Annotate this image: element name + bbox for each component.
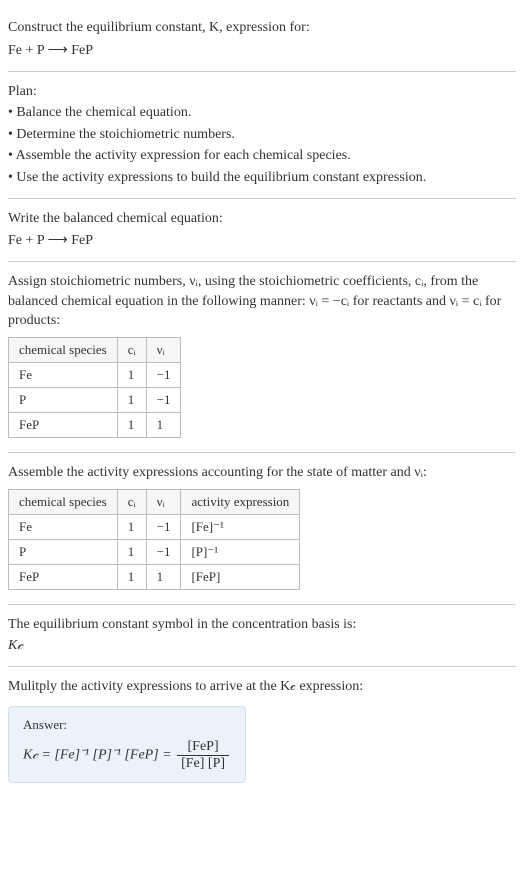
- table-header-row: chemical species cᵢ νᵢ: [9, 337, 181, 362]
- plan-bullet: • Balance the chemical equation.: [8, 103, 516, 123]
- symbol-section: The equilibrium constant symbol in the c…: [8, 605, 516, 667]
- cell-ci: 1: [117, 362, 146, 387]
- table-row: FeP 1 1: [9, 412, 181, 437]
- cell-ci: 1: [117, 514, 146, 539]
- activity-table: chemical species cᵢ νᵢ activity expressi…: [8, 489, 300, 590]
- cell-expr: [P]⁻¹: [181, 539, 300, 564]
- cell-species: FeP: [9, 412, 118, 437]
- cell-species: Fe: [9, 514, 118, 539]
- col-vi: νᵢ: [146, 489, 181, 514]
- frac-numerator: [FeP]: [177, 739, 229, 756]
- cell-expr: [Fe]⁻¹: [181, 514, 300, 539]
- plan-list: • Balance the chemical equation. • Deter…: [8, 103, 516, 187]
- frac-denominator: [Fe] [P]: [177, 756, 229, 772]
- col-species: chemical species: [9, 489, 118, 514]
- symbol-intro: The equilibrium constant symbol in the c…: [8, 615, 516, 635]
- plan-bullet: • Determine the stoichiometric numbers.: [8, 125, 516, 145]
- stoich-intro: Assign stoichiometric numbers, νᵢ, using…: [8, 272, 516, 331]
- cell-species: FeP: [9, 564, 118, 589]
- table-row: FeP 1 1 [FeP]: [9, 564, 300, 589]
- cell-species: P: [9, 387, 118, 412]
- table-row: P 1 −1 [P]⁻¹: [9, 539, 300, 564]
- balanced-section: Write the balanced chemical equation: Fe…: [8, 199, 516, 263]
- balanced-heading: Write the balanced chemical equation:: [8, 209, 516, 229]
- col-expr: activity expression: [181, 489, 300, 514]
- prompt-section: Construct the equilibrium constant, K, e…: [8, 8, 516, 72]
- cell-vi: −1: [146, 539, 181, 564]
- cell-vi: −1: [146, 362, 181, 387]
- cell-expr: [FeP]: [181, 564, 300, 589]
- col-ci: cᵢ: [117, 337, 146, 362]
- activity-section: Assemble the activity expressions accoun…: [8, 453, 516, 605]
- stoich-section: Assign stoichiometric numbers, νᵢ, using…: [8, 262, 516, 453]
- cell-species: P: [9, 539, 118, 564]
- table-row: Fe 1 −1: [9, 362, 181, 387]
- activity-intro: Assemble the activity expressions accoun…: [8, 463, 516, 483]
- prompt-text: Construct the equilibrium constant, K, e…: [8, 18, 516, 38]
- cell-ci: 1: [117, 564, 146, 589]
- cell-ci: 1: [117, 539, 146, 564]
- prompt-equation: Fe + P ⟶ FeP: [8, 42, 516, 59]
- col-species: chemical species: [9, 337, 118, 362]
- table-row: Fe 1 −1 [Fe]⁻¹: [9, 514, 300, 539]
- cell-vi: −1: [146, 387, 181, 412]
- table-row: P 1 −1: [9, 387, 181, 412]
- table-header-row: chemical species cᵢ νᵢ activity expressi…: [9, 489, 300, 514]
- answer-lhs: K𝒸 = [Fe]⁻¹ [P]⁻¹ [FeP] =: [23, 748, 172, 763]
- plan-section: Plan: • Balance the chemical equation. •…: [8, 72, 516, 199]
- cell-ci: 1: [117, 412, 146, 437]
- cell-ci: 1: [117, 387, 146, 412]
- multiply-section: Mulitply the activity expressions to arr…: [8, 667, 516, 792]
- answer-fraction: [FeP] [Fe] [P]: [177, 739, 229, 772]
- answer-box: Answer: K𝒸 = [Fe]⁻¹ [P]⁻¹ [FeP] = [FeP] …: [8, 706, 246, 783]
- cell-species: Fe: [9, 362, 118, 387]
- plan-heading: Plan:: [8, 82, 516, 102]
- col-ci: cᵢ: [117, 489, 146, 514]
- stoich-table: chemical species cᵢ νᵢ Fe 1 −1 P 1 −1 Fe…: [8, 337, 181, 438]
- symbol-value: K𝒸: [8, 636, 516, 656]
- answer-label: Answer:: [23, 717, 231, 733]
- cell-vi: −1: [146, 514, 181, 539]
- col-vi: νᵢ: [146, 337, 181, 362]
- plan-bullet: • Assemble the activity expression for e…: [8, 146, 516, 166]
- multiply-intro: Mulitply the activity expressions to arr…: [8, 677, 516, 697]
- plan-bullet: • Use the activity expressions to build …: [8, 168, 516, 188]
- balanced-equation: Fe + P ⟶ FeP: [8, 232, 516, 249]
- cell-vi: 1: [146, 412, 181, 437]
- answer-expression: K𝒸 = [Fe]⁻¹ [P]⁻¹ [FeP] = [FeP] [Fe] [P]: [23, 739, 231, 772]
- cell-vi: 1: [146, 564, 181, 589]
